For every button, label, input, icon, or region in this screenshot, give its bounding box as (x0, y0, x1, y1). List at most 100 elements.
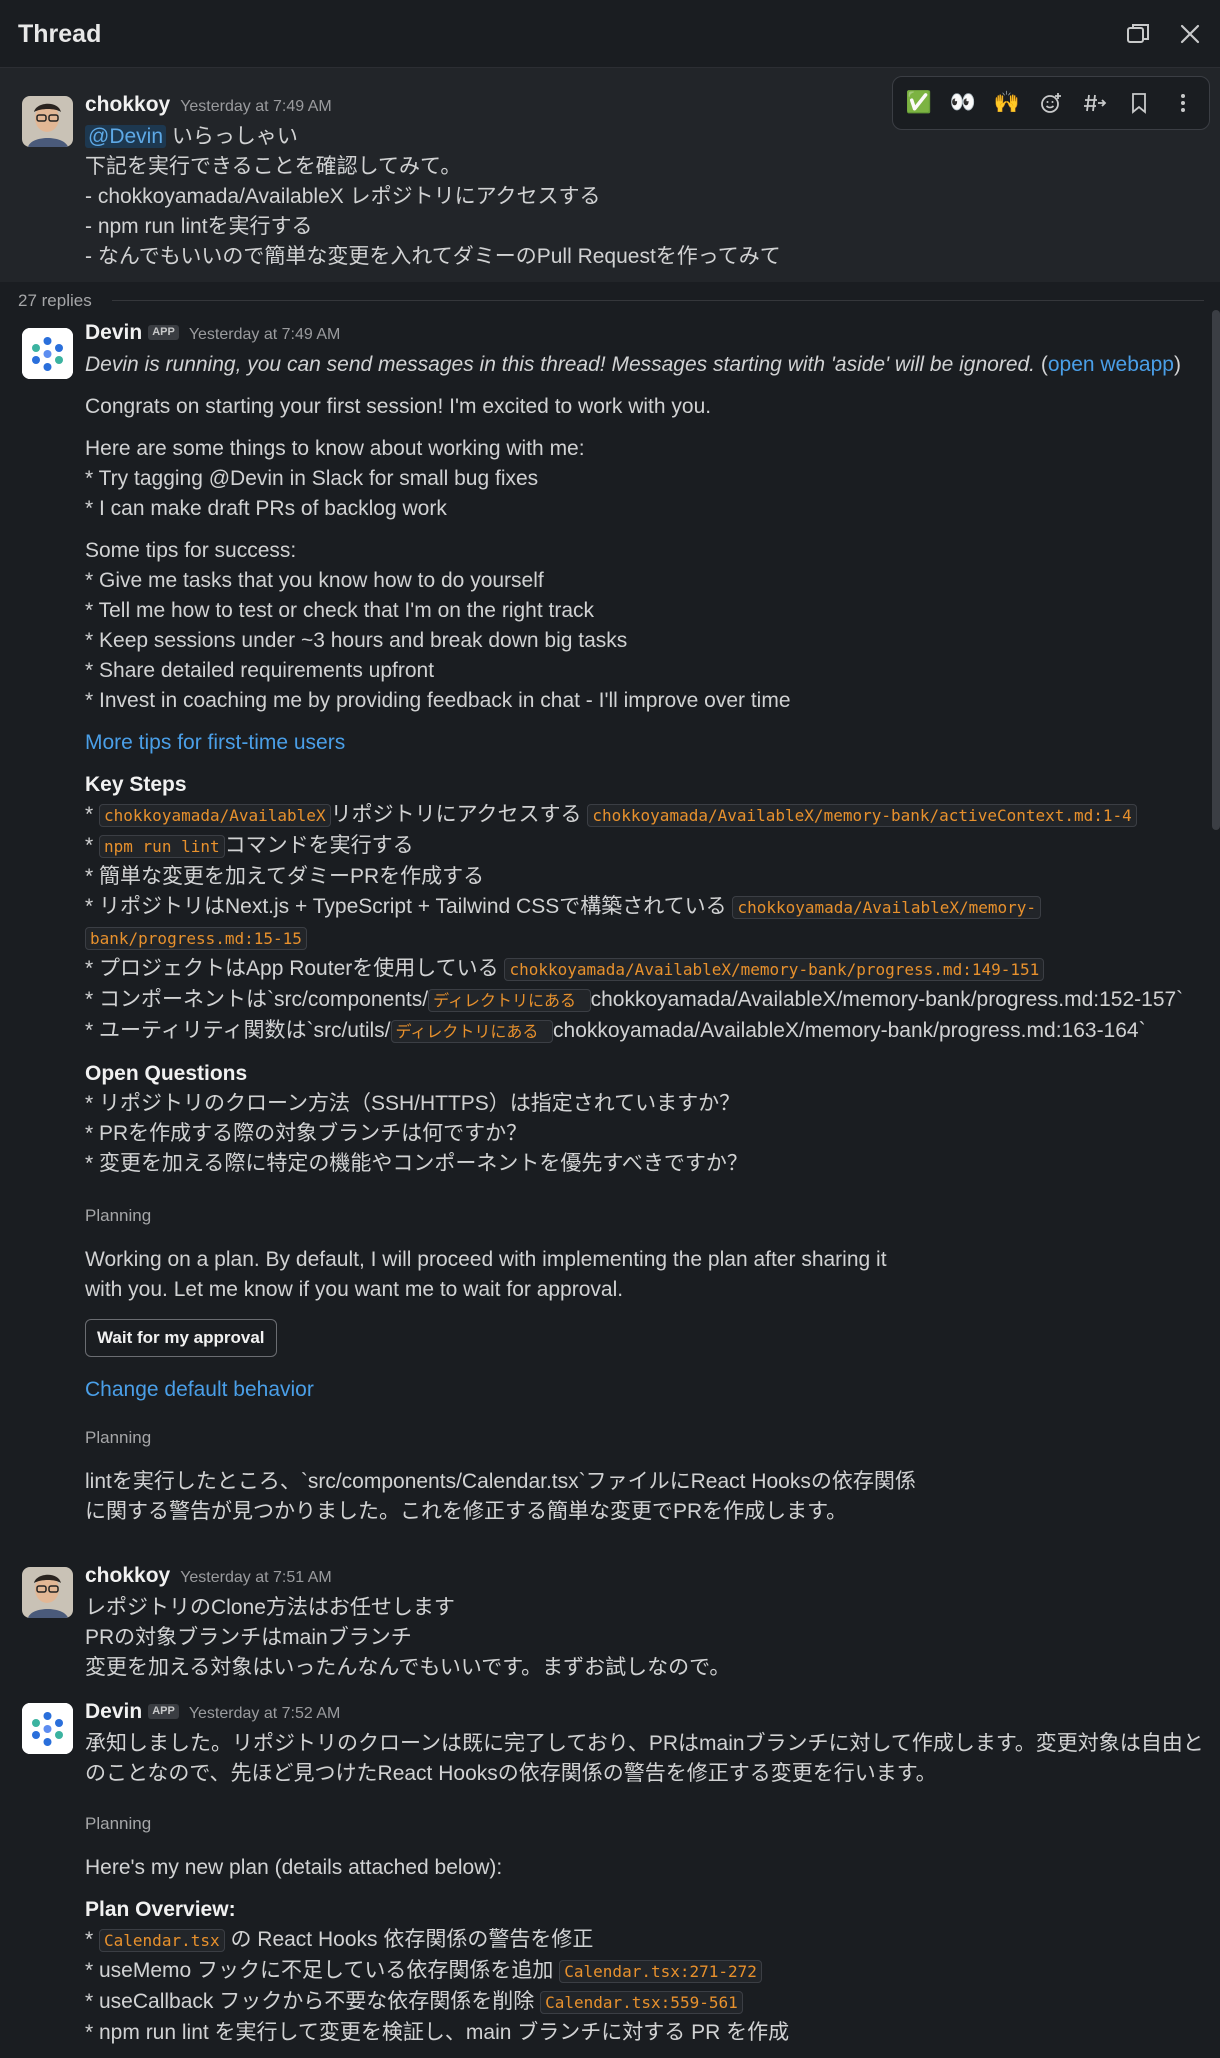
list-item-text: * useMemo フックに不足している依存関係を追加 (85, 1959, 554, 1982)
message-text: いらっしゃい (171, 125, 298, 148)
list-item: * Give me tasks that you know how to do … (85, 569, 544, 592)
list-item: * npm run lint を実行して変更を検証し、main ブランチに対する… (85, 2021, 790, 2044)
list-item-text: * リポジトリはNext.js + TypeScript + Tailwind … (85, 895, 727, 918)
list-item-text: chokkoyamada/AvailableX/memory-bank/prog… (590, 988, 1184, 1011)
scrollbar[interactable] (1212, 310, 1220, 830)
message-line: - なんでもいいので簡単な変更を入れてダミーのPull Requestを作ってみ… (85, 245, 781, 268)
file-reference[interactable]: Calendar.tsx:271-272 (559, 1960, 762, 1983)
message-line: - npm run lintを実行する (85, 215, 313, 238)
file-reference[interactable]: chokkoyamada/AvailableX/memory-bank/prog… (504, 958, 1045, 981)
message-line: 変更を加える対象はいったんなんでもいいです。まずお試しなので。 (85, 1656, 731, 1679)
list-item: * リポジトリはNext.js + TypeScript + Tailwind … (85, 892, 1208, 923)
planning-label: Planning (85, 1814, 152, 1833)
list-item-text: chokkoyamada/AvailableX/memory-bank/prog… (553, 1019, 1146, 1042)
more-actions-icon[interactable] (1166, 86, 1200, 120)
divider (112, 300, 1204, 301)
message-line: 下記を実行できることを確認してみて。 (85, 155, 462, 178)
list-item: * Invest in coaching me by providing fee… (85, 689, 791, 712)
author-name[interactable]: chokkoy (85, 93, 170, 116)
file-reference[interactable]: chokkoyamada/AvailableX/memory- (732, 896, 1042, 919)
planning-label: Planning (85, 1428, 152, 1447)
timestamp[interactable]: Yesterday at 7:49 AM (189, 326, 341, 343)
app-badge: APP (148, 1704, 179, 1719)
devin-avatar[interactable] (22, 328, 73, 379)
message-line: レポジトリのClone方法はお任せします (85, 1596, 455, 1619)
planning-label: Planning (85, 1206, 152, 1225)
message-line: に関する警告が見つかりました。これを修正する簡単な変更でPRを作成します。 (85, 1500, 848, 1523)
message-line: lintを実行したところ、`src/components/Calendar.ts… (85, 1470, 916, 1493)
reaction-check-button[interactable]: ✅ (902, 86, 936, 120)
replies-divider: 27 replies (0, 282, 1220, 318)
list-item-text: の React Hooks 依存関係の警告を修正 (224, 1928, 594, 1951)
list-item: * useMemo フックに不足している依存関係を追加 Calendar.tsx… (85, 1956, 1208, 1987)
open-webapp-link[interactable]: open webapp (1048, 353, 1174, 376)
message-line: PRの対象ブランチはmainブランチ (85, 1626, 412, 1649)
list-item: * プロジェクトはApp Routerを使用している chokkoyamada/… (85, 954, 1208, 985)
list-item: * Try tagging @Devin in Slack for small … (85, 467, 539, 490)
close-icon[interactable] (1176, 20, 1204, 57)
thread-title: Thread (18, 19, 102, 48)
message-line: 承知しました。リポジトリのクローンは既に完了しており、PRはmainブランチに対… (85, 1732, 1204, 1755)
list-item-text: * ユーティリティ関数は`src/utils/ (85, 1019, 391, 1042)
list-item: * I can make draft PRs of backlog work (85, 497, 447, 520)
list-item: * useCallback フックから不要な依存関係を削除 Calendar.t… (85, 1987, 1208, 2018)
list-item: * リポジトリのクローン方法（SSH/HTTPS）は指定されていますか？ (85, 1092, 741, 1115)
list-item: * Tell me how to test or check that I'm … (85, 599, 595, 622)
timestamp[interactable]: Yesterday at 7:49 AM (180, 98, 332, 115)
list-item: * コンポーネントは`src/components/ディレクトリにある chok… (85, 985, 1208, 1016)
code-snippet: chokkoyamada/AvailableX (99, 804, 331, 827)
open-in-window-icon[interactable] (1124, 20, 1152, 57)
paren: ) (1173, 353, 1181, 376)
message-line: Here are some things to know about worki… (85, 437, 585, 460)
file-reference[interactable]: bank/progress.md:15-15 (85, 927, 307, 950)
list-item-text: リポジトリにアクセスする (330, 803, 582, 826)
section-heading: Key Steps (85, 773, 187, 796)
wait-for-approval-button[interactable]: Wait for my approval (85, 1319, 277, 1357)
more-tips-link[interactable]: More tips for first-time users (85, 731, 345, 754)
reaction-eyes-button[interactable]: 👀 (946, 86, 980, 120)
list-item: * Calendar.tsx の React Hooks 依存関係の警告を修正 (85, 1928, 594, 1952)
add-reaction-icon[interactable] (1034, 86, 1068, 120)
devin-avatar[interactable] (22, 1703, 73, 1754)
reply-count: 27 replies (18, 291, 92, 310)
list-item-continuation: bank/progress.md:15-15 (85, 923, 1208, 954)
list-item-text: * コンポーネントは`src/components/ (85, 988, 429, 1011)
section-heading: Open Questions (85, 1062, 248, 1085)
author-name[interactable]: chokkoy (85, 1564, 170, 1587)
file-reference[interactable]: chokkoyamada/AvailableX/memory-bank/acti… (587, 804, 1137, 827)
list-item-text: コマンドを実行する (224, 834, 414, 857)
app-badge: APP (148, 325, 179, 340)
reply-in-channel-icon[interactable] (1078, 86, 1112, 120)
bookmark-icon[interactable] (1122, 86, 1156, 120)
mention-devin[interactable]: @Devin (85, 125, 167, 148)
code-snippet: Calendar.tsx (99, 1929, 225, 1952)
status-text: Devin is running, you can send messages … (85, 353, 1036, 376)
avatar[interactable] (22, 1567, 73, 1618)
avatar[interactable] (22, 96, 73, 147)
list-item: * PRを作成する際の対象ブランチは何ですか？ (85, 1122, 528, 1145)
change-default-behavior-link[interactable]: Change default behavior (85, 1378, 314, 1401)
message-line: のことなので、先ほど見つけたReact Hooksの依存関係の警告を修正する変更… (85, 1762, 937, 1785)
message-line: with you. Let me know if you want me to … (85, 1278, 624, 1301)
message-line: - chokkoyamada/AvailableX レポジトリにアクセスする (85, 185, 601, 208)
author-name[interactable]: Devin (85, 321, 142, 344)
list-item-text: * プロジェクトはApp Routerを使用している (85, 957, 499, 980)
message-line: Congrats on starting your first session!… (85, 395, 712, 418)
list-item: * 変更を加える際に特定の機能やコンポーネントを優先すべきですか？ (85, 1152, 748, 1175)
message-line: Working on a plan. By default, I will pr… (85, 1248, 887, 1271)
paren: ( (1035, 353, 1048, 376)
author-name[interactable]: Devin (85, 1700, 142, 1723)
timestamp[interactable]: Yesterday at 7:51 AM (180, 1569, 332, 1586)
code-snippet: ディレクトリにある (390, 1020, 554, 1043)
reaction-raised-hands-button[interactable]: 🙌 (990, 86, 1024, 120)
list-item-text: * useCallback フックから不要な依存関係を削除 (85, 1990, 535, 2013)
code-snippet: npm run lint (99, 835, 225, 858)
file-reference[interactable]: Calendar.tsx:559-561 (540, 1991, 743, 2014)
list-item: * Share detailed requirements upfront (85, 659, 435, 682)
message-line: Here's my new plan (details attached bel… (85, 1856, 503, 1879)
code-snippet: ディレクトリにある (428, 989, 591, 1012)
message-line: Some tips for success: (85, 539, 297, 562)
list-item: * 簡単な変更を加えてダミーPRを作成する (85, 865, 485, 888)
list-item: * chokkoyamada/AvailableX リポジトリにアクセスする ch… (85, 800, 1208, 831)
timestamp[interactable]: Yesterday at 7:52 AM (189, 1705, 341, 1722)
